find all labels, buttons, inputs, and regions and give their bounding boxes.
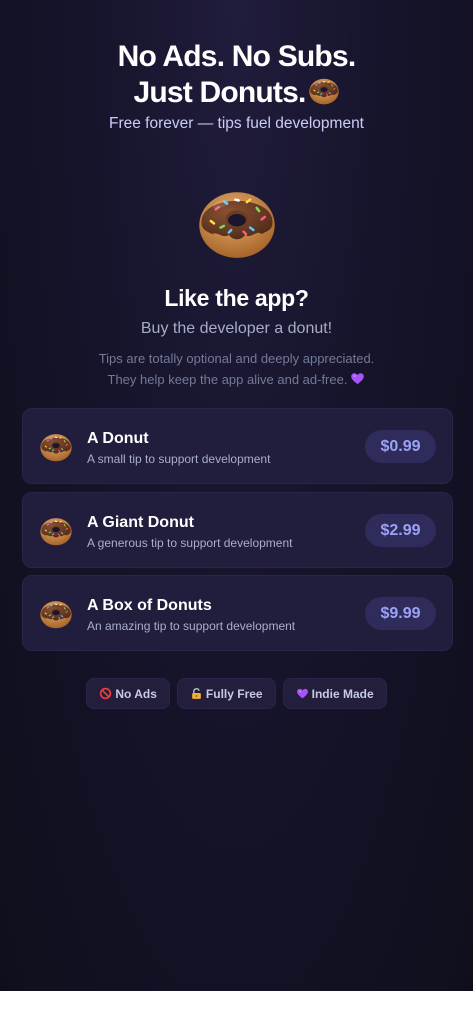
tip-description: An amazing tip to support development (87, 619, 296, 633)
tip-name: A Box of Donuts (87, 597, 212, 614)
hero-title: No Ads. No Subs. Just Donuts. (0, 40, 473, 110)
support-description: Tips are totally optional and deeply app… (0, 348, 473, 390)
buy-box-of-donuts-button[interactable]: $9.99 (365, 597, 436, 630)
badge-no-ads: No Ads (86, 678, 170, 709)
hero-subtitle: Free forever — tips fuel development (108, 115, 364, 132)
hero-title-line2-wrap: Just Donuts. (0, 74, 473, 110)
tip-name: A Donut (87, 430, 149, 447)
feature-badges: No Ads Fully Free Indie Made (0, 678, 473, 709)
donut-icon (308, 74, 340, 106)
buy-donut-button[interactable]: $0.99 (365, 430, 436, 463)
badge-indie-made: Indie Made (282, 678, 387, 709)
description-line1: Tips are totally optional and deeply app… (98, 351, 375, 366)
tip-description: A generous tip to support development (87, 536, 293, 550)
tip-option-box-of-donuts[interactable]: A Box of Donuts An amazing tip to suppor… (22, 575, 453, 651)
donut-icon (196, 180, 278, 262)
tip-name: A Giant Donut (87, 514, 194, 531)
tip-jar-screen: No Ads. No Subs. Just Donuts. Free forev… (0, 0, 473, 991)
donut-icon (39, 596, 73, 630)
badge-label: Indie Made (311, 687, 374, 701)
badge-label: Fully Free (205, 687, 263, 701)
lock-icon (192, 688, 201, 699)
purple-heart-icon (350, 371, 365, 386)
description-line2-wrap: They help keep the app alive and ad-free… (0, 369, 473, 390)
buy-giant-donut-button[interactable]: $2.99 (365, 514, 436, 547)
purple-heart-icon (296, 687, 309, 700)
badge-label: No Ads (115, 687, 157, 701)
tip-option-giant-donut[interactable]: A Giant Donut A generous tip to support … (22, 492, 453, 568)
donut-icon (39, 429, 73, 463)
no-entry-icon (100, 687, 112, 700)
tip-option-donut[interactable]: A Donut A small tip to support developme… (22, 408, 453, 484)
donut-icon (39, 513, 73, 547)
tip-description: A small tip to support development (87, 452, 271, 466)
badge-fully-free: Fully Free (176, 678, 276, 709)
hero-title-line1: No Ads. No Subs. (117, 40, 357, 73)
support-title: Like the app? (164, 285, 309, 311)
support-subtitle: Buy the developer a donut! (140, 320, 333, 337)
hero-title-line2: Just Donuts. (133, 76, 306, 109)
description-line2: They help keep the app alive and ad-free… (107, 372, 348, 387)
